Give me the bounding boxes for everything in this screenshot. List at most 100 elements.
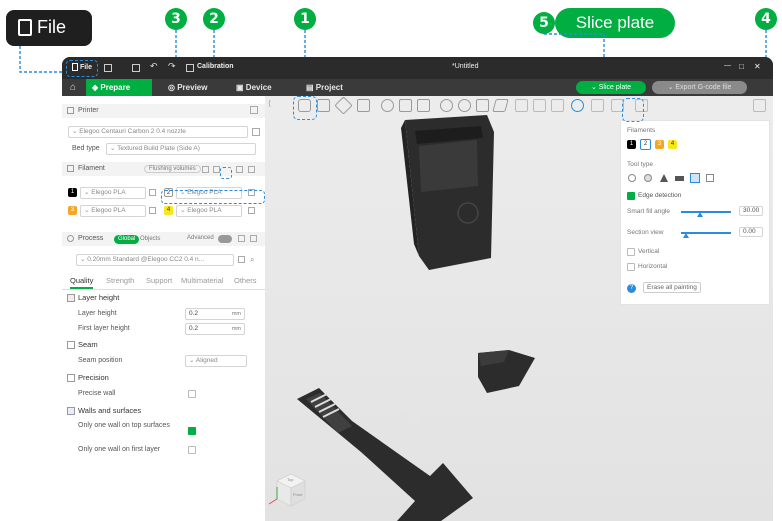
tab-prepare[interactable]: ◈ Prepare [86,79,152,96]
one-wall-top-checkbox[interactable] [188,427,196,435]
tab-others[interactable]: Others [234,276,257,285]
circle-brush-icon[interactable] [628,174,636,182]
section-view-slider-thumb[interactable] [683,233,689,238]
add-filament-icon[interactable] [202,166,209,173]
one-wall-first-checkbox[interactable] [188,446,196,454]
process-section-header: Process [62,232,265,246]
filament-slot-3-select[interactable]: ⌄ Elegoo PLA [80,205,146,217]
paint-chip-1[interactable]: 1 [627,140,636,149]
height-range-icon[interactable] [675,176,684,181]
filament-slot-4-name: Elegoo PLA [187,207,222,214]
calibration-icon[interactable] [186,64,194,72]
tab-strength[interactable]: Strength [106,276,134,285]
tab-preview-label: Preview [177,83,208,92]
fill-tool-icon[interactable] [690,173,700,183]
help-icon[interactable]: ? [627,284,636,293]
filament-slot-3-edit-icon[interactable] [149,207,156,214]
filament-header: Filament [78,165,105,172]
paint-chip-3[interactable]: 3 [655,140,664,149]
tab-quality[interactable]: Quality [70,276,94,289]
home-icon[interactable]: ⌂ [66,81,80,94]
layer-height-input[interactable]: 0.2 mm [185,308,245,320]
process-settings-icon[interactable] [250,235,257,242]
bed-type-select[interactable]: ⌄ Textured Build Plate (Side A) [106,143,256,155]
process-search-icon[interactable]: ⌕ [250,255,254,265]
filament-slot-1-edit-icon[interactable] [149,189,156,196]
smart-fill-angle-input[interactable]: 30.00 [739,206,763,216]
printer-edit-icon[interactable] [252,128,260,136]
triangle-brush-icon[interactable] [660,174,668,182]
paint-chip-2[interactable]: 2 [640,139,651,150]
save-icon[interactable] [132,64,140,72]
flushing-volumes-button[interactable]: Flushing volumes [144,165,201,173]
filament-slot-4[interactable]: 4 [164,206,173,215]
tool-type-label: Tool type [627,161,654,168]
seam-position-value: Aligned [195,357,218,364]
tab-device[interactable]: ▣ Device [230,79,278,96]
horizontal-label: Horizontal [638,263,668,270]
printer-select[interactable]: ⌄ Elegoo Centauri Carbon 2 0.4 nozzle [68,126,248,138]
advanced-toggle-switch[interactable] [218,235,232,243]
slice-plate-label: Slice plate [598,84,632,91]
global-toggle[interactable]: Global [114,235,140,244]
printer-settings-icon[interactable] [250,106,258,114]
tab-project-label: Project [315,83,343,92]
process-header: Process [78,235,104,242]
calibration-menu[interactable]: Calibration [197,63,234,70]
filament-slot-4-number: 4 [164,206,173,215]
remove-filament-icon[interactable] [213,166,220,173]
tab-preview[interactable]: ◎ Preview [162,79,213,96]
undo-icon[interactable]: ↶ [150,61,158,72]
seam-position-select[interactable]: ⌄ Aligned [185,355,247,367]
sync-icon-highlight-box [220,167,232,179]
filament-icon [67,165,74,172]
sphere-brush-icon[interactable] [644,174,652,182]
filament-slot-4-edit-icon[interactable] [248,207,255,214]
advanced-label: Advanced [187,235,214,241]
layer-height-header: Layer height [62,292,265,304]
filament-slot-4-select[interactable]: ⌄ Elegoo PLA [176,205,242,217]
add-object-highlight-box [293,96,317,120]
walls-surfaces-header-label: Walls and surfaces [78,406,142,415]
first-layer-height-input[interactable]: 0.2 mm [185,323,245,335]
first-layer-height-unit: mm [231,326,241,332]
dock-icon[interactable] [104,64,112,72]
smart-fill-slider[interactable] [681,211,731,213]
process-compare-icon[interactable] [238,235,245,242]
scraper-model [297,388,473,521]
redo-icon[interactable]: ↷ [168,61,176,72]
section-view-input[interactable]: 0.00 [739,227,763,237]
filament-slot-3-name: Elegoo PLA [91,207,126,214]
printer-section-header: Printer [62,104,265,118]
slice-plate-button[interactable]: ⌄ Slice plate [576,81,646,94]
paint-chip-4[interactable]: 4 [668,140,677,149]
maximize-button[interactable]: □ [739,62,744,71]
erase-all-painting-button[interactable]: Erase all painting [643,282,701,293]
filament-slot-1[interactable]: 1 [68,188,77,197]
gap-fill-icon[interactable] [706,174,714,182]
close-button[interactable]: ✕ [754,62,761,71]
objects-toggle[interactable]: Objects [140,235,160,244]
minimize-button[interactable]: — [724,62,731,69]
3d-viewport[interactable]: ⟨ ELEGOO Top Front Filaments 1 2 3 4 Too… [265,96,773,521]
filament-slot-1-select[interactable]: ⌄ Elegoo PLA [80,187,146,199]
vertical-checkbox[interactable] [627,248,635,256]
smart-fill-slider-thumb[interactable] [697,212,703,217]
printer-name: Elegoo Centauri Carbon 2 0.4 nozzle [79,128,186,135]
tab-multimaterial[interactable]: Multimaterial [181,276,224,285]
tab-project[interactable]: ▤ Project [300,79,349,96]
precise-wall-checkbox[interactable] [188,390,196,398]
filament-settings-icon[interactable] [248,166,255,173]
precision-icon [67,374,75,382]
nav-cube-front-label: Front [293,492,303,497]
edge-detection-checkbox[interactable] [627,192,635,200]
process-save-icon[interactable] [238,256,245,263]
filament-sync-icon[interactable] [236,166,243,173]
horizontal-checkbox[interactable] [627,263,635,271]
process-preset-select[interactable]: ⌄ 0.20mm Standard @Elegoo CC2 0.4 n... [76,254,234,266]
filament-slot-3[interactable]: 3 [68,206,77,215]
export-gcode-button[interactable]: ⌄ Export G-code file [652,81,747,94]
preview-icon: ◎ [168,83,175,92]
slice-dropdown-icon: ⌄ [590,84,597,91]
tab-support[interactable]: Support [146,276,172,285]
